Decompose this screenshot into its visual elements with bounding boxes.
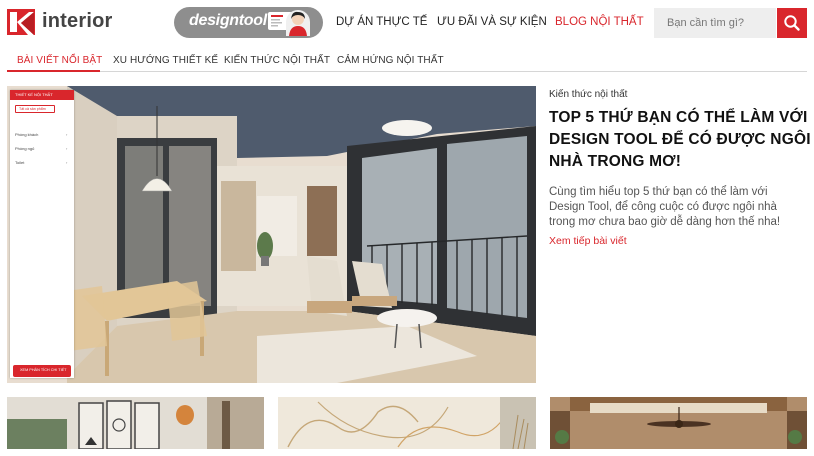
thumbnail-image-1 <box>7 397 264 449</box>
search-icon <box>784 15 800 31</box>
article-category[interactable]: Kiến thức nội thất <box>549 89 627 100</box>
tab-cam-hung-noi-that[interactable]: CẢM HỨNG NỘI THẤT <box>337 55 444 66</box>
article-thumbnail-3[interactable] <box>550 397 807 449</box>
tab-bai-viet-noi-bat[interactable]: BÀI VIẾT NỔI BẬT <box>17 55 102 66</box>
nav-blog-noi-that[interactable]: BLOG NỘI THẤT <box>555 16 644 28</box>
nav-uu-dai-su-kien[interactable]: ƯU ĐÃI VÀ SỰ KIỆN <box>437 16 547 28</box>
thumbnail-image-3 <box>550 397 807 449</box>
panel-header-text: THIẾT KẾ NỘI THẤT <box>15 92 53 97</box>
thumbnail-image-2 <box>278 397 536 449</box>
tabs-divider <box>7 71 807 72</box>
design-tool-label: designtool <box>189 12 267 29</box>
panel-row-living: Phòng khách <box>15 132 39 137</box>
active-tab-indicator <box>7 70 100 72</box>
panel-row-bedroom: Phòng ngủ <box>15 146 35 151</box>
search-input[interactable] <box>654 8 776 38</box>
panel-select-text: Tất cả sản phẩm <box>19 107 46 111</box>
interior-render-image <box>67 86 536 383</box>
chevron-right-icon: › <box>66 132 68 137</box>
chevron-right-icon: › <box>66 160 68 165</box>
logo-mark-icon[interactable] <box>7 9 35 35</box>
panel-header: THIẾT KẾ NỘI THẤT <box>10 90 74 100</box>
chevron-right-icon: › <box>66 146 68 151</box>
design-tool-panel: THIẾT KẾ NỘI THẤT Tất cả sản phẩm Phòng … <box>10 90 74 378</box>
panel-row-toilet: Toilet <box>15 160 25 165</box>
tab-kien-thuc-noi-that[interactable]: KIẾN THỨC NỘI THẤT <box>224 55 330 66</box>
panel-cta-button: XEM PHÂN TÍCH CHI TIẾT <box>13 365 71 377</box>
article-description: Cùng tìm hiểu top 5 thứ bạn có thể làm v… <box>549 186 781 228</box>
article-title[interactable]: TOP 5 THỨ BẠN CÓ THỂ LÀM VỚI DESIGN TOOL… <box>549 107 811 173</box>
panel-cta-text: XEM PHÂN TÍCH CHI TIẾT <box>20 368 67 372</box>
read-more-link[interactable]: Xem tiếp bài viết <box>549 235 627 247</box>
tab-xu-huong-thiet-ke[interactable]: XU HƯỚNG THIẾT KẾ <box>113 55 218 66</box>
article-thumbnail-2[interactable] <box>278 397 536 449</box>
search-button[interactable] <box>777 8 807 38</box>
panel-category-select: Tất cả sản phẩm <box>15 105 55 113</box>
design-tool-badge[interactable]: designtool <box>174 7 323 38</box>
nav-du-an-thuc-te[interactable]: DỰ ÁN THỰC TẾ <box>336 16 427 28</box>
article-thumbnail-1[interactable] <box>7 397 264 449</box>
featured-article-image[interactable]: THIẾT KẾ NỘI THẤT Tất cả sản phẩm Phòng … <box>7 86 536 383</box>
brand-logo-text[interactable]: interior <box>42 10 113 33</box>
mascot-avatar-icon <box>286 10 310 36</box>
